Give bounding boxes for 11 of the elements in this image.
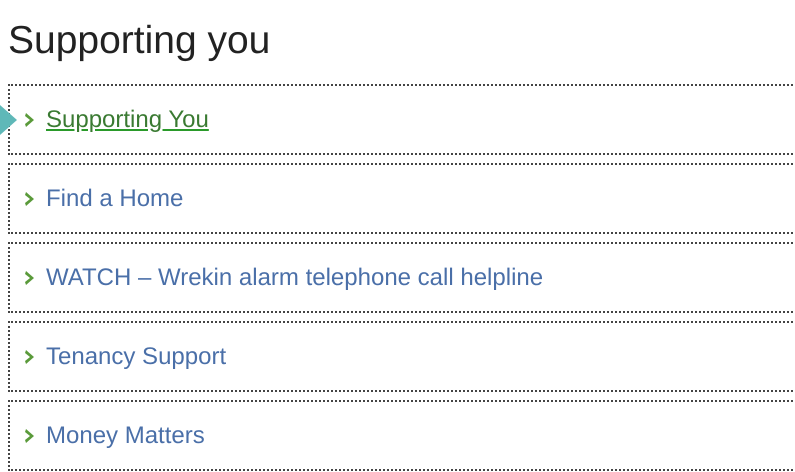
- chevron-icon: [24, 428, 36, 444]
- menu-link[interactable]: Find a Home: [46, 184, 184, 212]
- chevron-icon: [24, 348, 36, 364]
- menu-link[interactable]: Money Matters: [46, 422, 205, 450]
- chevron-icon: [24, 190, 36, 206]
- menu-link[interactable]: Tenancy Support: [46, 342, 226, 370]
- menu-link[interactable]: WATCH – Wrekin alarm telephone call helpline: [46, 264, 544, 292]
- menu-link[interactable]: Supporting You: [46, 106, 209, 134]
- chevron-icon: [24, 112, 36, 128]
- chevron-icon: [24, 270, 36, 286]
- page-title: Supporting you: [7, 18, 272, 64]
